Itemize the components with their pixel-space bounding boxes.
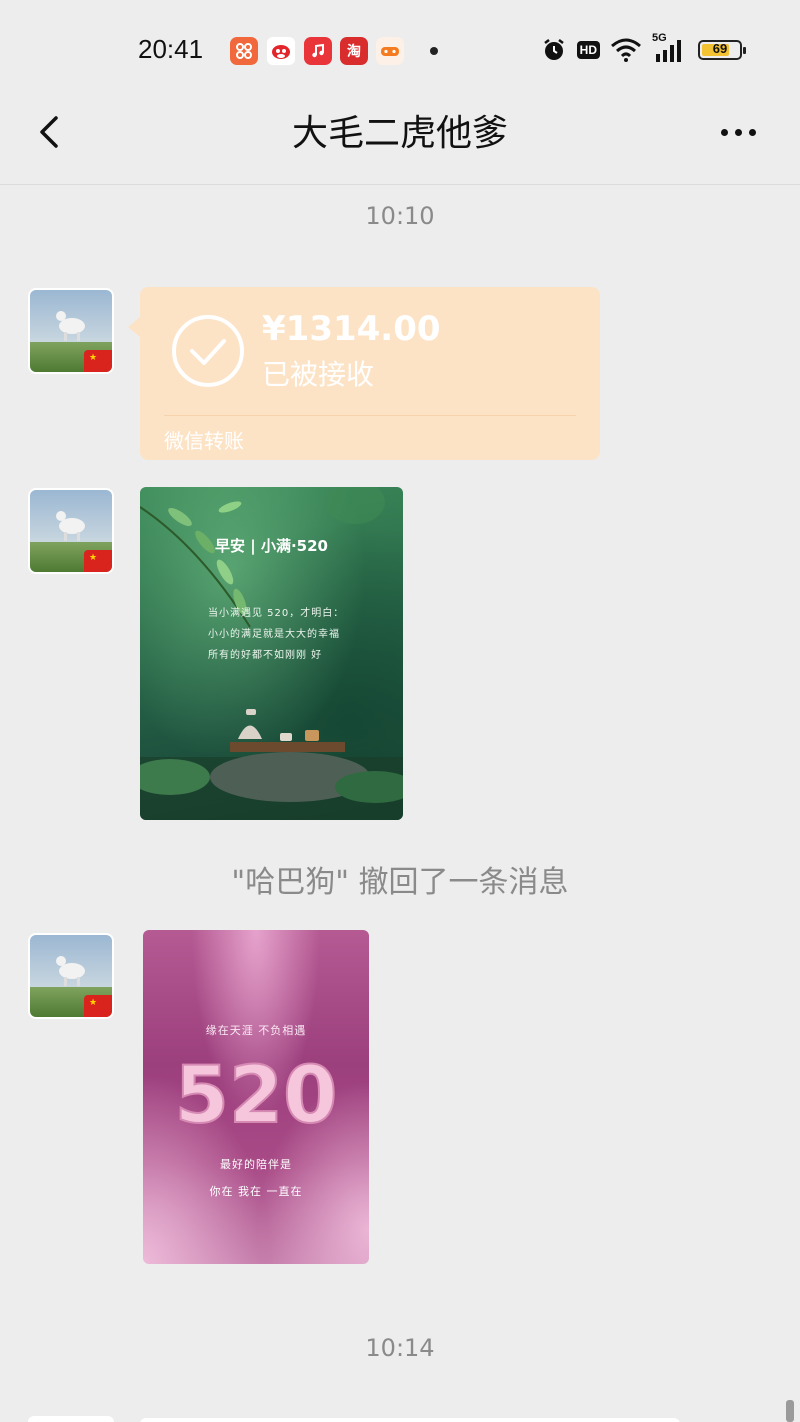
scrollbar[interactable]: [786, 1400, 794, 1422]
system-icons: HD 5G 69: [541, 32, 746, 66]
mascot-app-icon: [266, 36, 296, 66]
chat-screen: 20:41 淘 HD 5G 69 大毛二虎他爹 10:10 ★ ¥1314.00…: [0, 0, 800, 1422]
battery-icon: 69: [698, 40, 746, 60]
image-message-morning-greeting[interactable]: 早安 | 小满·520 当小满遇见 520，才明白： 小小的满足就是大大的幸福 …: [140, 487, 403, 820]
chat-header: 大毛二虎他爹: [0, 100, 800, 185]
poster-text: 当小满遇见 520，才明白：: [208, 608, 345, 619]
wifi-icon: [611, 38, 641, 62]
goat-image: [56, 956, 85, 986]
check-circle-icon: [172, 315, 244, 387]
recall-notice: "哈巴狗" 撤回了一条消息: [231, 865, 569, 900]
poster-text: 最好的陪伴是: [220, 1158, 292, 1171]
big-number: 520: [175, 1051, 338, 1136]
chat-title: 大毛二虎他爹: [291, 113, 508, 154]
goat-image: [56, 511, 85, 541]
music-icon: [304, 37, 332, 65]
notification-icons: 淘: [230, 36, 438, 66]
transfer-status: 已被接收: [262, 358, 375, 391]
more-dot: [720, 128, 728, 136]
poster-tagline: 缘在天涯 不负相遇: [205, 1024, 307, 1037]
battery-level: 69: [712, 41, 728, 56]
game-icon: [376, 37, 404, 65]
alarm-icon: [543, 39, 564, 60]
more-options-button[interactable]: [712, 114, 764, 150]
transfer-amount: ¥1314.00: [262, 309, 441, 349]
avatar[interactable]: ★: [28, 488, 114, 574]
message-timestamp: 10:14: [365, 1334, 435, 1362]
more-dot: [748, 128, 756, 136]
taobao-char: 淘: [347, 44, 361, 60]
china-flag-icon: ★: [84, 995, 112, 1017]
poster-text: 所有的好都不如刚刚 好: [208, 650, 323, 661]
divider: [164, 415, 576, 416]
message-bubble[interactable]: [140, 1418, 680, 1422]
goat-image: [56, 311, 85, 341]
app-icon: [230, 37, 258, 65]
poster-text: 你在 我在 一直在: [209, 1185, 303, 1198]
china-flag-icon: ★: [84, 350, 112, 372]
status-time: 20:41: [138, 34, 204, 64]
poster-text: 小小的满足就是大大的幸福: [208, 629, 340, 640]
avatar[interactable]: [28, 1416, 114, 1422]
more-dot: [734, 128, 742, 136]
status-bar: 20:41 淘 HD 5G 69: [0, 0, 800, 100]
520-graphic: 520: [174, 1050, 339, 1136]
poster-title: 早安 | 小满·520: [215, 537, 328, 555]
hd-badge: HD: [576, 41, 600, 59]
avatar[interactable]: ★: [28, 288, 114, 374]
taobao-icon: 淘: [340, 37, 368, 65]
more-notifications-dot: [430, 47, 438, 55]
china-flag-icon: ★: [84, 550, 112, 572]
cellular-signal-icon: 5G: [652, 32, 688, 64]
image-message-520[interactable]: 缘在天涯 不负相遇 520 最好的陪伴是 你在 我在 一直在: [143, 930, 369, 1264]
message-timestamp: 10:10: [365, 202, 435, 230]
avatar[interactable]: ★: [28, 933, 114, 1019]
transfer-message[interactable]: ¥1314.00 已被接收 微信转账: [128, 287, 600, 460]
transfer-label: 微信转账: [164, 429, 244, 453]
